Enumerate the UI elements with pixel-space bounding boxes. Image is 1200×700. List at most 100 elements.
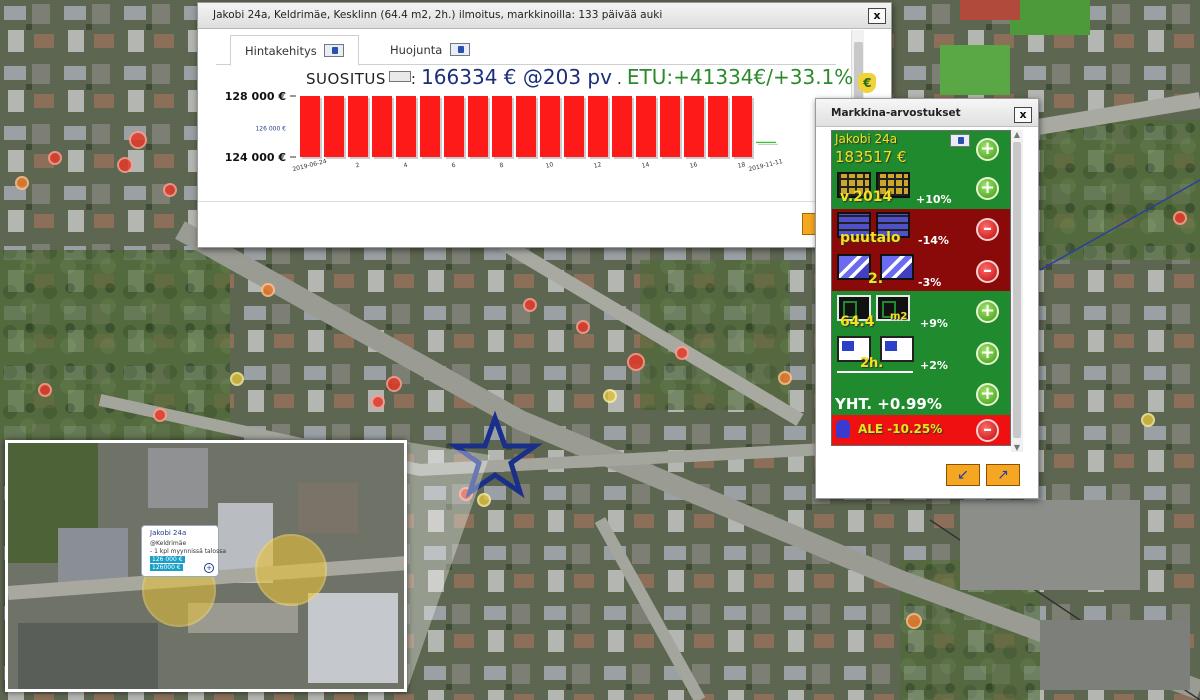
y-tick-label: 126 000 € [255,126,286,133]
x-tick-label: 2019-11-11 [748,158,784,173]
map-marker[interactable] [261,283,275,297]
zoomed-aerial-inset: Jakobi 24a @Keldrimäe - 1 kpl myynnissä … [5,440,407,692]
map-marker[interactable] [1141,413,1155,427]
valuation-discount-row: ALE -10.25% – [832,415,1010,445]
map-marker[interactable] [230,372,244,386]
advantage-value: ETU:+41334€/+33.1% [626,65,854,89]
listing-titlebar[interactable]: Jakobi 24a, Keldrimäe, Kesklinn (64.4 m2… [198,3,891,29]
zoom-magnifier-icon[interactable]: + [204,563,214,573]
listing-tabs: Hintakehitys Huojunta [216,35,836,66]
map-marker[interactable] [15,176,29,190]
bar [732,96,752,157]
bar [300,96,320,157]
bar [708,96,728,157]
discount-label: ALE -10.25% [858,422,943,436]
popup-price-2: 126000 € [150,564,183,571]
x-tick-label: 14 [641,161,650,170]
material-label: puutalo [840,230,901,246]
add-button[interactable]: + [976,342,999,365]
price-history-chart: 128 000 € 126 000 € 124 000 € 2019-06-24 2 4 6… [225,91,784,173]
add-button[interactable]: + [976,300,999,323]
map-marker[interactable] [576,320,590,334]
collapse-button[interactable]: ↙ [946,464,980,486]
floor-percent: -3% [918,276,942,289]
bar [516,96,536,157]
bar [636,96,656,157]
add-button[interactable]: + [976,177,999,200]
inset-marker[interactable] [255,534,327,606]
valuation-list: Jakobi 24a 183517 € + v.2014 +10% + puut… [831,130,1011,446]
chart-icon [449,43,470,56]
close-button[interactable]: x [868,8,886,24]
map-marker[interactable] [603,389,617,403]
market-valuation-panel: Markkina-arvostukset x ▲ ▼ Jakobi 24a 183… [815,98,1039,499]
valuation-total-row: YHT. +0.99% + [832,375,1010,415]
bar [612,96,632,157]
valuation-row-floor: 2. -3% – [832,251,1010,291]
valuation-header-row: Jakobi 24a 183517 € + [832,131,1010,169]
map-marker[interactable] [129,131,147,149]
chart-icon [324,44,345,57]
x-tick-label: 16 [689,161,698,170]
tab-volatility[interactable]: Huojunta [376,35,484,66]
area-label: 64.4 [840,314,875,330]
magnifier-icon[interactable] [388,71,411,82]
staircase-icon [880,254,914,280]
map-marker[interactable] [906,613,922,629]
map-marker[interactable] [117,157,133,173]
x-tick-label: 2019-06-24 [292,158,328,173]
map-marker[interactable] [778,371,792,385]
map-marker[interactable] [523,298,537,312]
bar [660,96,680,157]
floor-label: 2. [868,271,884,287]
popup-district: @Keldrimäe [150,540,187,547]
area-unit: m2 [890,311,908,322]
map-marker[interactable] [386,376,402,392]
map-marker[interactable] [371,395,385,409]
map-marker[interactable] [163,183,177,197]
recommendation-dot: . [617,70,622,88]
listing-title: Jakobi 24a, Keldrimäe, Kesklinn (64.4 m2… [213,9,663,21]
map-marker[interactable] [1173,211,1187,225]
address-label: Jakobi 24a [835,132,898,146]
valuation-scrollbar[interactable]: ▲ ▼ [1011,130,1023,452]
x-tick-label: 12 [593,161,602,170]
valuation-row-material: puutalo -14% – [832,209,1010,251]
bar [324,96,344,157]
popup-title[interactable]: Jakobi 24a [150,529,186,537]
chart-icon[interactable] [950,134,970,147]
expand-button[interactable]: ↗ [986,464,1020,486]
x-tick-label: 8 [499,162,505,170]
map-marker[interactable] [675,346,689,360]
map-marker[interactable] [477,493,491,507]
valuation-titlebar[interactable]: Markkina-arvostukset x [816,99,1038,127]
bar [756,141,776,143]
map-marker[interactable] [153,408,167,422]
money-bag-icon: € [858,73,877,93]
remove-button[interactable]: – [976,218,999,241]
area-percent: +9% [920,317,948,330]
x-tick-label: 18 [737,161,746,170]
year-label: v.2014 [840,189,893,205]
add-button[interactable]: + [976,138,999,161]
map-marker[interactable] [48,151,62,165]
tab-price-history[interactable]: Hintakehitys [230,35,360,66]
recommendation-separator: : [410,70,416,88]
map-marker[interactable] [627,353,645,371]
valuation-row-area: 64.4 m2 +9% + [832,291,1010,333]
bar [396,96,416,157]
total-label: YHT. +0.99% [835,395,942,413]
close-button[interactable]: x [1014,107,1032,123]
remove-button[interactable]: – [976,260,999,283]
add-button[interactable]: + [976,383,999,406]
y-tick-label: 124 000 € [225,151,286,164]
bar [564,96,584,157]
inset-listing-popup[interactable]: Jakobi 24a @Keldrimäe - 1 kpl myynnissä … [141,525,226,577]
map-marker[interactable] [38,383,52,397]
rooms-percent: +2% [920,359,948,372]
bar [468,96,488,157]
bar [588,96,608,157]
bar [540,96,560,157]
recommendation-value: 166334 € @203 pv [421,65,612,89]
remove-button[interactable]: – [976,419,999,442]
